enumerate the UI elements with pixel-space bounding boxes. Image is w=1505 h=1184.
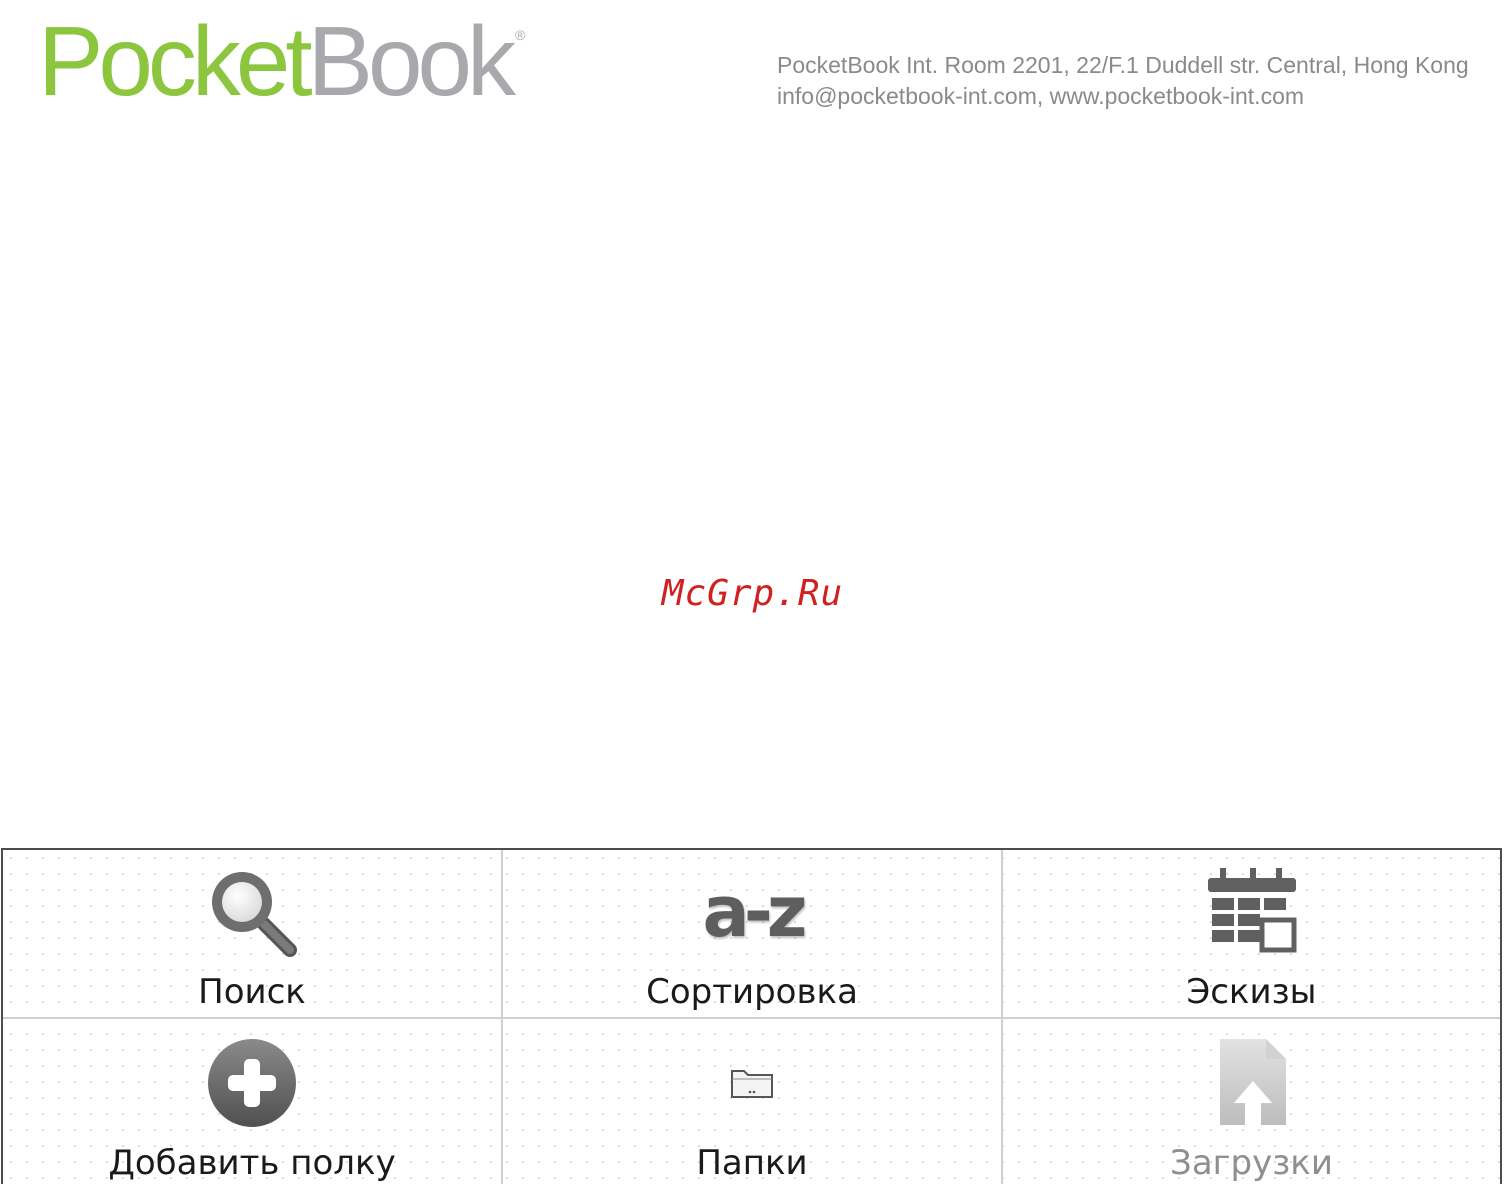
page: PocketBook ® PocketBook Int. Room 2201, 2… [0,0,1505,1184]
logo-book: Book [307,6,516,116]
menu-label-folders: Папки [696,1143,808,1183]
folder-icon [702,1035,802,1131]
add-shelf-icon [202,1035,302,1131]
company-info: PocketBook Int. Room 2201, 22/F.1 Duddel… [777,50,1497,112]
menu-item-thumbnails[interactable]: Эскизы [1003,850,1500,1019]
menu-item-search[interactable]: Поиск [3,850,503,1019]
menu-label-thumbnails: Эскизы [1186,972,1317,1012]
company-contacts: info@pocketbook-int.com, www.pocketbook-… [777,83,1305,109]
menu-label-add-shelf: Добавить полку [108,1143,396,1183]
search-icon [202,864,302,960]
sort-az-glyph: a-z [702,871,807,953]
sort-az-icon: a-z [702,864,807,960]
menu-label-sort: Сортировка [646,972,858,1012]
downloads-icon [1202,1035,1302,1131]
company-address: PocketBook Int. Room 2201, 22/F.1 Duddel… [777,52,1469,78]
pocketbook-logo: PocketBook ® [38,12,525,110]
menu-label-downloads: Загрузки [1170,1143,1333,1183]
menu-item-downloads[interactable]: Загрузки [1003,1019,1500,1184]
registered-mark: ® [514,27,526,43]
menu-label-search: Поиск [198,972,306,1012]
thumbnails-icon [1202,864,1302,960]
menu-item-add-shelf[interactable]: Добавить полку [3,1019,503,1184]
logo-pocket: Pocket [38,6,313,116]
context-menu-panel: Поиск a-z Сортировка Эскизы Добавить пол… [1,848,1502,1184]
menu-item-sort[interactable]: a-z Сортировка [503,850,1003,1019]
watermark-text: McGrp.Ru [661,573,844,614]
menu-item-folders[interactable]: Папки [503,1019,1003,1184]
